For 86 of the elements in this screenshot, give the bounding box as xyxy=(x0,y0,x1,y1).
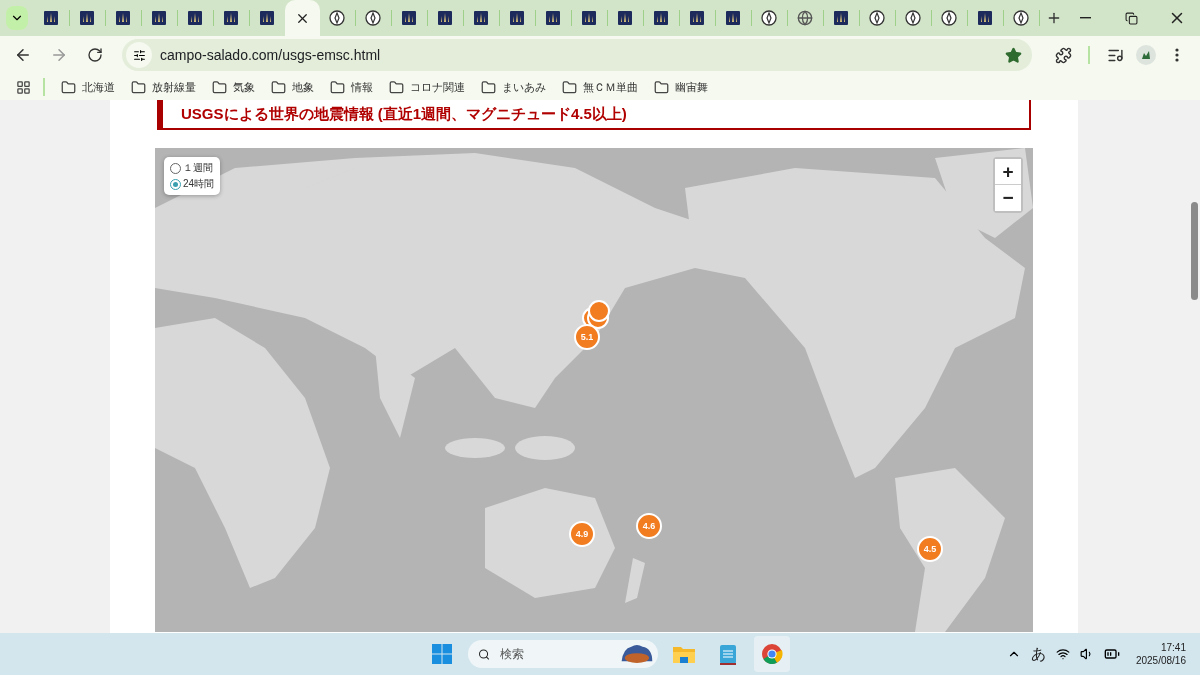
pen-nib-icon xyxy=(941,10,957,26)
tower-logo-icon xyxy=(224,11,238,25)
clock[interactable]: 17:41 2025/08/16 xyxy=(1135,642,1186,666)
map[interactable]: 5.1 4.6 4.9 4.5 １週間 24時間 + − xyxy=(155,148,1033,632)
bookmark-folder[interactable]: コロナ関連 xyxy=(385,79,469,95)
tab-search-button[interactable] xyxy=(6,6,28,30)
ime-indicator[interactable]: あ xyxy=(1030,644,1046,664)
tower-logo-icon xyxy=(834,11,848,25)
zoom-button[interactable]: + xyxy=(995,159,1021,185)
radio-label: １週間 xyxy=(183,161,213,175)
wifi-icon[interactable] xyxy=(1055,647,1070,661)
tower-logo-icon xyxy=(726,11,740,25)
tower-logo-icon xyxy=(582,11,596,25)
folder-icon xyxy=(212,79,227,95)
radio-icon[interactable] xyxy=(170,178,181,190)
tower-logo-icon xyxy=(546,11,560,25)
browser-logo-icon xyxy=(761,643,783,665)
url-text: campo-salado.com/usgs-emsc.html xyxy=(160,47,382,63)
browser-button[interactable] xyxy=(754,636,790,672)
folder-icon xyxy=(654,79,669,95)
period-radio[interactable]: １週間 xyxy=(170,161,215,175)
tower-logo-icon xyxy=(260,11,274,25)
bookmark-folder[interactable]: 気象 xyxy=(208,79,259,95)
folder-icon xyxy=(389,79,404,95)
folder-icon xyxy=(673,645,695,663)
radio-label: 24時間 xyxy=(183,177,215,191)
globe-icon xyxy=(797,10,813,26)
tower-logo-icon xyxy=(690,11,704,25)
notepad-icon xyxy=(720,643,736,665)
profile-avatar[interactable] xyxy=(1136,45,1156,65)
clock-time: 17:41 xyxy=(1160,642,1186,653)
new-tab-button[interactable] xyxy=(1046,10,1062,26)
search-input[interactable]: 検索 xyxy=(498,646,613,662)
battery-icon[interactable] xyxy=(1103,646,1120,662)
folder-icon xyxy=(330,79,345,95)
folder-icon xyxy=(271,79,286,95)
marker-cluster[interactable] xyxy=(581,299,611,329)
tower-logo-icon xyxy=(116,11,130,25)
plus-icon xyxy=(1046,10,1062,26)
clock-date: 2025/08/16 xyxy=(1135,655,1186,666)
tower-logo-icon xyxy=(80,11,94,25)
tower-logo-icon xyxy=(44,11,58,25)
reload-icon xyxy=(87,47,103,63)
bookmark-folder[interactable]: 放射線量 xyxy=(127,79,200,95)
radio-icon[interactable] xyxy=(170,162,181,174)
bookmark-folder[interactable]: 北海道 xyxy=(57,79,119,95)
tower-logo-icon xyxy=(654,11,668,25)
pen-nib-icon xyxy=(905,10,921,26)
folder-icon xyxy=(562,79,577,95)
plant-icon xyxy=(1140,49,1152,61)
tower-logo-icon xyxy=(402,11,416,25)
search-icon xyxy=(478,646,491,662)
puzzle-icon xyxy=(1054,46,1072,64)
bookmark-folder[interactable]: 幽宙舞 xyxy=(650,79,712,95)
sliders-icon xyxy=(132,48,146,62)
folder-icon xyxy=(61,79,76,95)
pen-nib-icon xyxy=(869,10,885,26)
windows-logo-icon xyxy=(432,644,452,664)
folder-icon xyxy=(131,79,146,95)
apps-icon[interactable] xyxy=(16,79,31,95)
bookmark-folder[interactable]: まいあみ xyxy=(477,79,550,95)
taskbar-search-bar[interactable]: 検索 xyxy=(468,640,658,668)
tower-logo-icon xyxy=(188,11,202,25)
bookmark-folder[interactable]: 地象 xyxy=(267,79,318,95)
tower-logo-icon xyxy=(978,11,992,25)
tower-logo-icon xyxy=(510,11,524,25)
bookmark-folder[interactable]: 無ＣＭ単曲 xyxy=(558,79,642,95)
tower-logo-icon xyxy=(152,11,166,25)
page-heading: USGSによる世界の地震情報 (直近1週間、マグニチュード4.5以上) xyxy=(157,100,1031,130)
restore-icon xyxy=(1124,11,1138,25)
pen-nib-icon xyxy=(761,10,777,26)
tower-logo-icon xyxy=(438,11,452,25)
address-bar[interactable]: campo-salado.com/usgs-emsc.html xyxy=(122,39,1032,71)
menu-icon xyxy=(1175,48,1179,62)
bookmark-folder[interactable]: 情報 xyxy=(326,79,377,95)
forward-arrow-icon xyxy=(50,46,68,64)
pen-nib-icon xyxy=(365,10,381,26)
folder-icon xyxy=(481,79,496,95)
pen-nib-icon xyxy=(1013,10,1029,26)
tower-logo-icon xyxy=(474,11,488,25)
minimize-icon xyxy=(1079,17,1091,19)
bookmark-star-icon[interactable] xyxy=(1005,46,1022,64)
pen-nib-icon xyxy=(329,10,345,26)
tower-logo-icon xyxy=(618,11,632,25)
site-settings-button[interactable] xyxy=(126,42,152,68)
period-radio[interactable]: 24時間 xyxy=(170,177,215,191)
